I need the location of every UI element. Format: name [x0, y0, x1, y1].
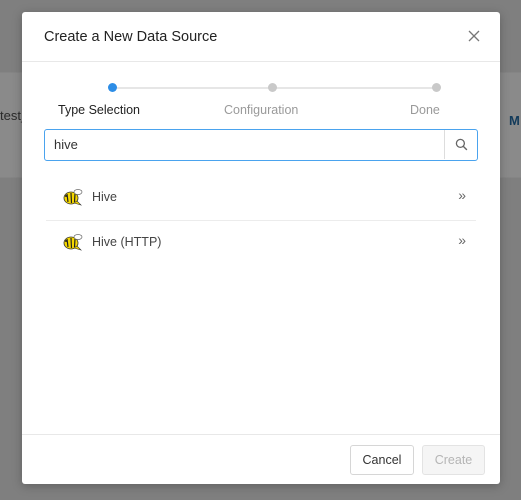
dialog-footer: Cancel Create	[22, 434, 500, 484]
dialog-header: Create a New Data Source	[22, 12, 500, 62]
hive-bee-icon	[62, 231, 84, 253]
step-dot-configuration	[268, 83, 277, 92]
cancel-button[interactable]: Cancel	[350, 445, 414, 475]
list-item-hive-http[interactable]: Hive (HTTP) »	[46, 220, 476, 264]
step-connector	[276, 87, 433, 89]
hive-bee-icon	[62, 186, 84, 208]
step-dot-done	[432, 83, 441, 92]
step-dot-type-selection	[108, 83, 117, 92]
search-icon[interactable]	[444, 130, 477, 159]
background-text-right: M	[509, 113, 520, 128]
step-label-configuration: Configuration	[224, 103, 299, 117]
chevron-right-icon: »	[458, 187, 466, 203]
create-button[interactable]: Create	[422, 445, 485, 475]
step-connector	[117, 87, 272, 89]
step-label-done: Done	[410, 103, 440, 117]
list-item-label: Hive (HTTP)	[92, 235, 162, 249]
chevron-right-icon: »	[458, 232, 466, 248]
list-item-hive[interactable]: Hive »	[46, 176, 476, 220]
dialog-title: Create a New Data Source	[44, 29, 218, 45]
search-box	[44, 129, 478, 161]
wizard-steps: Type Selection Configuration Done	[22, 80, 500, 120]
close-icon[interactable]	[466, 28, 482, 44]
search-input[interactable]	[45, 130, 443, 159]
create-data-source-dialog: Create a New Data Source Type Selection …	[22, 12, 500, 484]
list-item-label: Hive	[92, 190, 118, 204]
data-source-type-list: Hive » Hive (HTTP) »	[46, 176, 476, 264]
step-label-type-selection: Type Selection	[58, 103, 140, 117]
